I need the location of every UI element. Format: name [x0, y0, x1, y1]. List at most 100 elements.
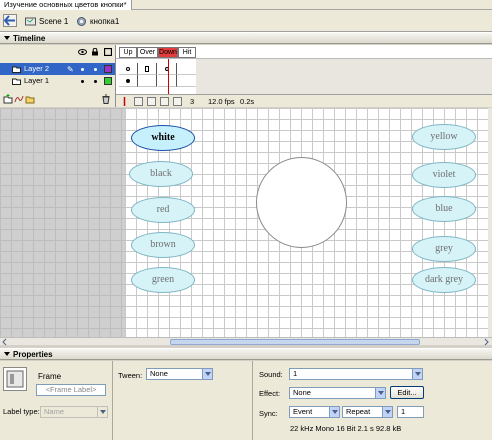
- delete-layer-icon[interactable]: [101, 94, 111, 104]
- button-grey[interactable]: grey: [412, 236, 476, 262]
- insert-folder-icon[interactable]: [25, 94, 35, 104]
- layer-color-swatch[interactable]: [104, 77, 112, 85]
- horizontal-scrollbar[interactable]: [0, 337, 492, 346]
- lock-dot[interactable]: [94, 80, 97, 83]
- timeline-status-bar: 3 12.0 fps 0.2s: [116, 94, 492, 107]
- properties-title: Properties: [13, 350, 53, 359]
- button-dark-grey[interactable]: dark grey: [412, 267, 476, 293]
- label-type-select: Name: [40, 406, 108, 418]
- button-symbol-icon: [76, 16, 87, 27]
- modify-onion-markers-icon[interactable]: [173, 97, 182, 106]
- layer-buttons: [0, 93, 115, 106]
- visibility-dot[interactable]: [81, 68, 84, 71]
- empty-keyframe[interactable]: [119, 63, 138, 75]
- stage-area: white black red brown green yellow viole…: [0, 108, 492, 346]
- layer-2-frames: [116, 63, 196, 75]
- repeat-select[interactable]: Repeat: [342, 406, 393, 418]
- scene-breadcrumb[interactable]: Scene 1: [25, 15, 68, 27]
- effect-select[interactable]: None: [289, 387, 386, 399]
- button-violet[interactable]: violet: [412, 162, 476, 188]
- layer-row-2[interactable]: Layer 2 ✎: [0, 63, 115, 75]
- frame-label-input[interactable]: <Frame Label>: [36, 384, 106, 396]
- frame-label-hit[interactable]: Hit: [178, 47, 196, 58]
- symbol-breadcrumb[interactable]: кнопка1: [76, 15, 119, 27]
- collapse-triangle-icon: [4, 352, 10, 356]
- frame-thumbnail-icon: [3, 367, 27, 391]
- pasteboard: [0, 108, 125, 337]
- keyframe[interactable]: [119, 75, 138, 87]
- onion-outlines-icon[interactable]: [147, 97, 156, 106]
- label-type-label: Label type:: [3, 407, 40, 416]
- layer-row-1[interactable]: Layer 1: [0, 75, 115, 87]
- vertical-scrollbar[interactable]: [488, 108, 492, 345]
- button-black[interactable]: black: [129, 161, 193, 187]
- scene-label: Scene 1: [39, 16, 69, 26]
- frame-rate: 12.0 fps: [208, 97, 235, 106]
- keyframe[interactable]: [138, 63, 157, 75]
- properties-panel-header[interactable]: Properties: [0, 348, 492, 360]
- effect-label: Effect:: [259, 389, 281, 398]
- edit-multiple-frames-icon[interactable]: [160, 97, 169, 106]
- edit-bar: Scene 1 кнопка1: [0, 10, 492, 32]
- scene-icon: [25, 16, 36, 27]
- frame-cell[interactable]: [138, 75, 157, 87]
- layer-1-frames: [116, 75, 196, 87]
- collapse-triangle-icon: [4, 36, 10, 40]
- playhead[interactable]: [168, 59, 169, 94]
- button-white[interactable]: white: [131, 125, 195, 151]
- onion-skin-icon[interactable]: [134, 97, 143, 106]
- horizontal-scroll-thumb[interactable]: [170, 339, 420, 345]
- sound-label: Sound:: [259, 370, 283, 379]
- layer-name: Layer 2: [24, 64, 50, 73]
- layer-icon: [12, 77, 21, 85]
- timeline-title: Timeline: [13, 34, 46, 43]
- document-tab[interactable]: Изучение основных цветов кнопки*: [0, 0, 132, 10]
- current-frame: 3: [190, 97, 195, 106]
- scroll-left-arrow-icon[interactable]: [1, 338, 9, 346]
- sound-select[interactable]: 1: [289, 368, 423, 380]
- eye-icon[interactable]: [78, 48, 87, 56]
- frame-label-down[interactable]: Down: [158, 47, 178, 58]
- center-frame-icon[interactable]: [120, 97, 129, 106]
- divider: [112, 361, 113, 440]
- timeline-panel-header[interactable]: Timeline: [0, 32, 492, 44]
- back-arrow-icon: [4, 15, 15, 26]
- frame-type-label: Frame: [38, 372, 62, 381]
- motion-guide-icon[interactable]: [14, 94, 24, 104]
- tween-label: Tween:: [118, 371, 143, 380]
- color-preview-circle[interactable]: [256, 157, 347, 248]
- sync-select[interactable]: Event: [289, 406, 340, 418]
- lock-dot[interactable]: [94, 68, 97, 71]
- repeat-count-input[interactable]: 1: [397, 406, 424, 418]
- layer-header-icons: [78, 47, 113, 57]
- properties-panel: Frame <Frame Label> Label type: Name Twe…: [0, 361, 492, 440]
- button-blue[interactable]: blue: [412, 196, 476, 222]
- timeline-frames: Up Over Down Hit: [116, 45, 492, 94]
- visibility-dot[interactable]: [81, 80, 84, 83]
- tween-select[interactable]: None: [146, 368, 213, 380]
- button-yellow[interactable]: yellow: [412, 124, 476, 150]
- timeline-empty-area: [196, 59, 492, 94]
- outline-icon[interactable]: [103, 47, 113, 57]
- document-tab-strip: Изучение основных цветов кнопки*: [0, 0, 492, 10]
- frame-cell[interactable]: [177, 63, 196, 75]
- layer-name: Layer 1: [24, 76, 50, 85]
- layer-color-swatch[interactable]: [104, 65, 112, 73]
- edit-sound-button[interactable]: Edit...: [390, 386, 424, 399]
- frame-header: Up Over Down Hit: [116, 45, 492, 59]
- insert-layer-icon[interactable]: [3, 94, 13, 104]
- button-brown[interactable]: brown: [131, 232, 195, 258]
- frame-label-up[interactable]: Up: [119, 47, 137, 58]
- sync-label: Sync:: [259, 409, 278, 418]
- scroll-right-arrow-icon[interactable]: [482, 338, 490, 346]
- sound-info: 22 kHz Mono 16 Bit 2.1 s 92.8 kB: [290, 424, 402, 433]
- back-arrow-button[interactable]: [3, 14, 17, 27]
- frame-label-over[interactable]: Over: [137, 47, 158, 58]
- divider: [252, 361, 253, 440]
- lock-icon[interactable]: [91, 47, 99, 56]
- frame-cell[interactable]: [177, 75, 196, 87]
- button-green[interactable]: green: [131, 267, 195, 293]
- button-red[interactable]: red: [131, 197, 195, 223]
- elapsed-time: 0.2s: [240, 97, 255, 106]
- timeline-layers: Layer 2 ✎ Layer 1: [0, 45, 116, 107]
